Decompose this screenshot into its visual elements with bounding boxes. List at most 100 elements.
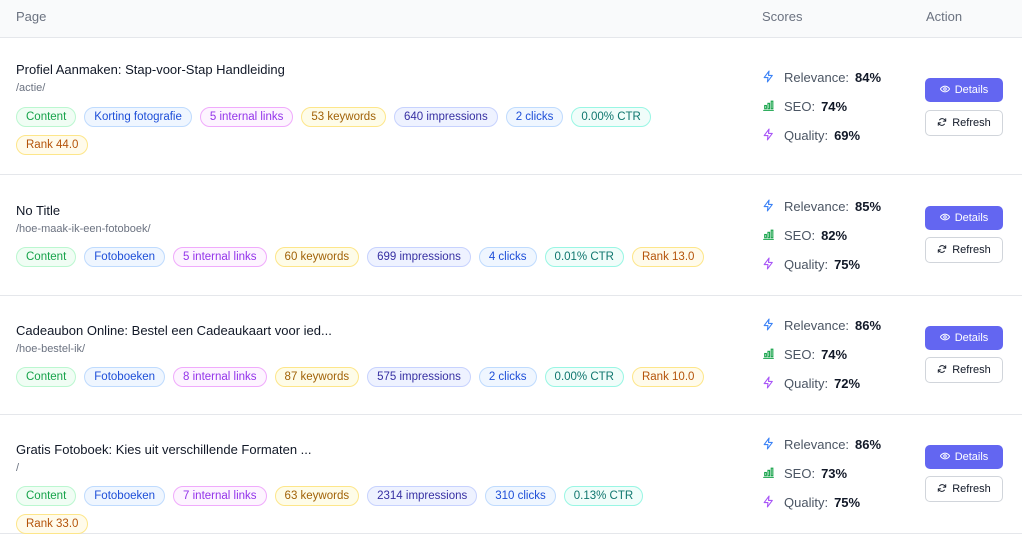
keywords-badge: 87 keywords (274, 367, 360, 387)
quality-score-label: Quality: (784, 376, 829, 391)
refresh-button-label: Refresh (952, 483, 991, 495)
content-type-badge: Content (16, 486, 77, 506)
clicks-badge: 2 clicks (478, 367, 537, 387)
page-title: No Title (16, 203, 61, 218)
impressions-badge: 2314 impressions (367, 486, 478, 506)
details-button-label: Details (954, 332, 989, 344)
internal-links-badge: 5 internal links (199, 107, 294, 127)
content-type-badge: Content (16, 367, 77, 387)
seo-score-label: SEO: (784, 99, 816, 114)
seo-score-icon (762, 466, 784, 482)
table-body: Profiel Aanmaken: Stap-voor-Stap Handlei… (0, 38, 1022, 534)
table-header: Page Scores Action (0, 0, 1022, 38)
refresh-button[interactable]: Refresh (925, 110, 1003, 136)
relevance-score-label: Relevance: (784, 199, 850, 214)
seo-score-label: SEO: (784, 228, 816, 243)
content-type-badge: Content (16, 247, 77, 267)
ctr-badge: 0.13% CTR (563, 486, 644, 506)
rank-badge: Rank 13.0 (631, 247, 705, 267)
ctr-badge: 0.01% CTR (544, 247, 624, 267)
relevance-score: Relevance: 86% (762, 430, 881, 459)
scores: Relevance: 86% SEO: 73% Quality: 75% (762, 430, 881, 517)
relevance-score-value: 85% (855, 199, 882, 214)
internal-links-badge: 5 internal links (173, 247, 267, 267)
ctr-badge: 0.00% CTR (544, 367, 624, 387)
clicks-badge: 4 clicks (478, 247, 537, 267)
table-row: Profiel Aanmaken: Stap-voor-Stap Handlei… (0, 38, 1022, 175)
impressions-badge: 640 impressions (393, 107, 498, 127)
seo-score-value: 73% (821, 466, 848, 481)
scores: Relevance: 86% SEO: 74% Quality: 72% (762, 311, 881, 398)
refresh-button[interactable]: Refresh (925, 357, 1003, 383)
eye-icon (939, 332, 955, 345)
seo-score: SEO: 74% (762, 340, 881, 369)
quality-score-label: Quality: (784, 128, 829, 143)
quality-score-icon (762, 128, 784, 144)
eye-icon (939, 212, 955, 225)
quality-score-label: Quality: (784, 257, 829, 272)
quality-score-value: 75% (834, 495, 861, 510)
column-header-scores: Scores (762, 9, 803, 24)
tag-list: Content Fotoboeken 5 internal links 60 keyw… (16, 247, 706, 267)
pages-table: Page Scores Action Profiel Aanmaken: Sta… (0, 0, 1022, 534)
seo-score-icon (762, 347, 784, 363)
refresh-button-label: Refresh (952, 117, 991, 129)
scores: Relevance: 84% SEO: 74% Quality: 69% (762, 63, 881, 150)
refresh-icon (937, 483, 952, 496)
table-row: Cadeaubon Online: Bestel een Cadeaukaart… (0, 296, 1022, 415)
keywords-badge: 53 keywords (301, 107, 386, 127)
quality-score-value: 75% (834, 257, 861, 272)
table-row: Gratis Fotoboek: Kies uit verschillende … (0, 415, 1022, 534)
page-title: Gratis Fotoboek: Kies uit verschillende … (16, 442, 312, 457)
impressions-badge: 575 impressions (367, 367, 471, 387)
relevance-score-label: Relevance: (784, 318, 850, 333)
relevance-score: Relevance: 85% (762, 192, 881, 221)
seo-score-value: 82% (821, 228, 848, 243)
refresh-button-label: Refresh (952, 244, 991, 256)
category-badge: Fotoboeken (84, 247, 166, 267)
relevance-score: Relevance: 86% (762, 311, 881, 340)
seo-score-label: SEO: (784, 466, 816, 481)
column-header-action: Action (926, 9, 963, 24)
details-button-label: Details (954, 212, 989, 224)
details-button-label: Details (954, 451, 989, 463)
details-button[interactable]: Details (925, 445, 1003, 469)
quality-score: Quality: 75% (762, 250, 881, 279)
quality-score-icon (762, 495, 784, 511)
quality-score: Quality: 69% (762, 121, 881, 150)
ctr-badge: 0.00% CTR (571, 107, 651, 127)
details-button[interactable]: Details (925, 206, 1003, 230)
quality-score: Quality: 75% (762, 488, 881, 517)
category-badge: Fotoboeken (84, 486, 166, 506)
scores: Relevance: 85% SEO: 82% Quality: 75% (762, 192, 881, 279)
quality-score-icon (762, 257, 784, 273)
rank-badge: Rank 10.0 (631, 367, 705, 387)
seo-score-label: SEO: (784, 347, 816, 362)
internal-links-badge: 8 internal links (173, 367, 267, 387)
relevance-score-icon (762, 199, 784, 215)
tag-list: Content Fotoboeken 7 internal links 63 keyw… (16, 486, 706, 534)
keywords-badge: 63 keywords (274, 486, 360, 506)
details-button[interactable]: Details (925, 78, 1003, 102)
relevance-score: Relevance: 84% (762, 63, 881, 92)
seo-score-value: 74% (821, 99, 848, 114)
relevance-score-icon (762, 70, 784, 86)
refresh-button[interactable]: Refresh (925, 237, 1003, 263)
refresh-icon (937, 364, 952, 377)
table-row: No Title /hoe-maak-ik-een-fotoboek/ Cont… (0, 175, 1022, 296)
page-path: /hoe-maak-ik-een-fotoboek/ (16, 223, 151, 235)
quality-score-icon (762, 376, 784, 392)
quality-score-value: 72% (834, 376, 861, 391)
tag-list: Content Korting fotografie 5 internal link… (16, 107, 706, 155)
refresh-button[interactable]: Refresh (925, 476, 1003, 502)
keywords-badge: 60 keywords (274, 247, 360, 267)
eye-icon (939, 451, 955, 464)
relevance-score-label: Relevance: (784, 70, 850, 85)
refresh-icon (937, 117, 952, 130)
seo-score-value: 74% (821, 347, 848, 362)
rank-badge: Rank 44.0 (16, 135, 89, 155)
details-button-label: Details (954, 84, 989, 96)
page-path: /hoe-bestel-ik/ (16, 343, 86, 355)
details-button[interactable]: Details (925, 326, 1003, 350)
quality-score: Quality: 72% (762, 369, 881, 398)
